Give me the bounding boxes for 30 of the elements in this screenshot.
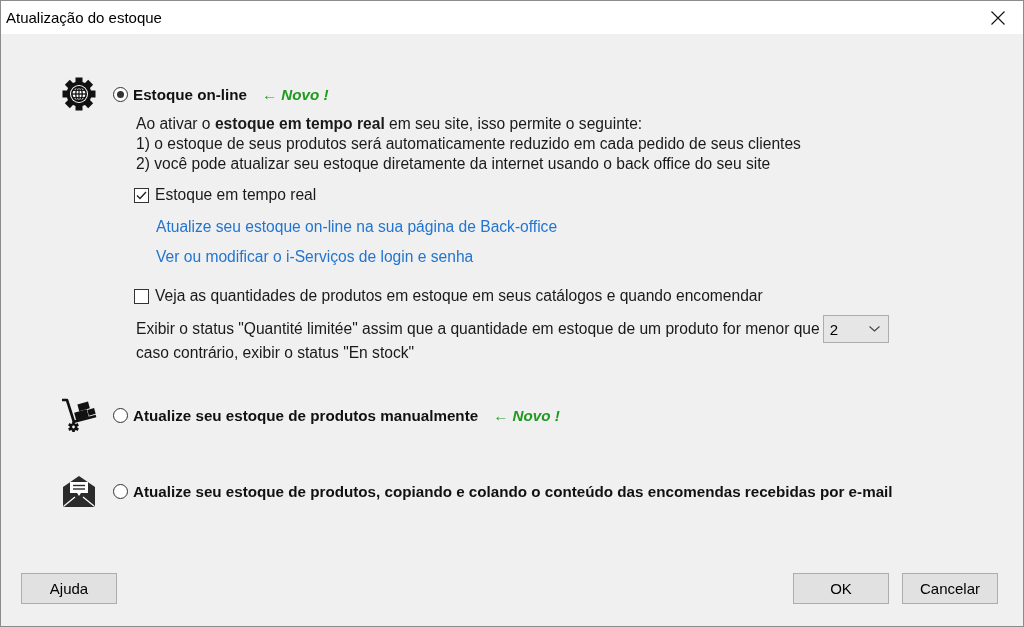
quantity-dropdown[interactable]: 2 <box>822 315 889 343</box>
new-label: ← Novo ! <box>261 85 329 103</box>
radio-button[interactable] <box>113 86 128 102</box>
status-text: caso contrário, exibir o status "En stock" <box>136 343 414 363</box>
envelope-icon <box>61 474 96 508</box>
description-line: Ao ativar o estoque em tempo real em seu site, isso permite o seguinte: <box>135 114 644 134</box>
text-link[interactable]: Atualize seu estoque on-line na sua página de Back-office <box>156 217 558 237</box>
checkbox-label: Estoque em tempo real <box>155 186 317 204</box>
description-line: 1) o estoque de seus produtos será automaticamente reduzido em cada pedido de seus clientes <box>135 134 802 154</box>
radio-button[interactable] <box>113 407 128 423</box>
hand-truck-icon <box>60 398 97 432</box>
new-label: ← Novo ! <box>493 406 560 424</box>
option-label: Atualize seu estoque de produtos, copiando e colando o conteúdo das encomendas recebidas por e-mail <box>133 482 893 500</box>
checkbox[interactable] <box>134 288 149 304</box>
checkbox-label: Veja as quantidades de produtos em estoque em seus catálogos e quando encomendar <box>155 287 763 305</box>
chevron-icon <box>868 326 880 332</box>
radio-button[interactable] <box>113 483 128 499</box>
description-line: 2) você pode atualizar seu estoque diretamente da internet usando o back office do seu site <box>135 154 772 174</box>
threshold-text: Exibir o status "Quantité limitée" assim que a quantidade em estoque de um produto for menor que <box>136 319 820 339</box>
globe-gear-icon <box>61 77 96 111</box>
text-link[interactable]: Ver ou modificar o i-Serviços de login e senha <box>156 247 474 267</box>
option-label: Atualize seu estoque de produtos manualmente <box>133 406 479 424</box>
option-label: Estoque on-line <box>133 85 247 103</box>
window-title: Atualização do estoque <box>6 9 162 26</box>
ok-button[interactable]: OK <box>793 573 889 604</box>
check-icon <box>136 190 147 200</box>
checkbox[interactable] <box>134 187 149 203</box>
cancel-button[interactable]: Cancelar <box>902 573 998 604</box>
close-icon <box>991 10 1005 25</box>
help-button[interactable]: Ajuda <box>21 573 117 604</box>
